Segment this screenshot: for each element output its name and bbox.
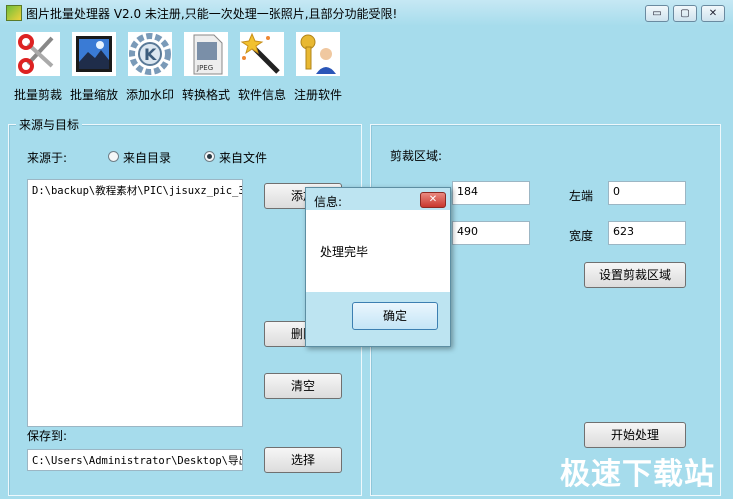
keys-user-icon	[294, 30, 342, 78]
width-label: 宽度	[569, 229, 594, 243]
toolbar-crop-label: 批量剪裁	[13, 88, 62, 102]
left-label: 左端	[569, 189, 594, 203]
magic-wand-icon	[238, 30, 286, 78]
kde-gear-icon: K	[126, 30, 174, 78]
app-icon	[6, 5, 22, 21]
save-to-label: 保存到:	[27, 429, 68, 443]
radio-file-label[interactable]: 来自文件	[219, 149, 267, 166]
toolbar-convert-label: 转换格式	[181, 88, 230, 102]
start-process-button[interactable]: 开始处理	[584, 422, 686, 448]
height-input[interactable]: 490	[452, 221, 530, 245]
minimize-button[interactable]: ▭	[645, 5, 669, 22]
toolbar-register[interactable]: 注册软件	[290, 30, 346, 103]
save-path-field[interactable]: C:\Users\Administrator\Desktop\导出	[27, 449, 243, 471]
info-dialog: 信息: ✕ 处理完毕 确定	[305, 187, 451, 347]
dialog-body: 处理完毕	[306, 210, 450, 292]
toolbar-resize[interactable]: 批量缩放	[66, 30, 122, 103]
width-input[interactable]: 623	[608, 221, 686, 245]
file-list[interactable]: D:\backup\教程素材\PIC\jisuxz_pic_3	[27, 179, 243, 427]
svg-text:JPEG: JPEG	[196, 64, 213, 72]
window-title: 图片批量处理器 V2.0 未注册,只能一次处理一张照片,且部分功能受限!	[26, 7, 398, 21]
toolbar-resize-label: 批量缩放	[69, 88, 118, 102]
toolbar-info-label: 软件信息	[237, 88, 286, 102]
dialog-ok-button[interactable]: 确定	[352, 302, 438, 330]
clear-button[interactable]: 清空	[264, 373, 342, 399]
file-list-item[interactable]: D:\backup\教程素材\PIC\jisuxz_pic_3	[32, 183, 242, 198]
jpeg-file-icon: JPEG	[182, 30, 230, 78]
dialog-message: 处理完毕	[320, 245, 369, 259]
browse-button[interactable]: 选择	[264, 447, 342, 473]
radio-directory-label[interactable]: 来自目录	[123, 149, 171, 166]
svg-text:K: K	[144, 45, 157, 64]
radio-directory[interactable]	[108, 151, 119, 162]
left-input[interactable]: 0	[608, 181, 686, 205]
close-button[interactable]: ✕	[701, 5, 725, 22]
dialog-close-button[interactable]: ✕	[420, 192, 446, 208]
scissors-icon	[14, 30, 62, 78]
top-input[interactable]: 184	[452, 181, 530, 205]
source-group-title: 来源与目标	[16, 116, 83, 133]
radio-file[interactable]	[204, 151, 215, 162]
toolbar-watermark-label: 添加水印	[125, 88, 174, 102]
source-label: 来源于:	[27, 151, 68, 165]
dialog-title: 信息:	[314, 195, 343, 209]
picture-icon	[70, 30, 118, 78]
crop-region-title: 剪裁区域:	[390, 149, 443, 163]
toolbar-crop[interactable]: 批量剪裁	[10, 30, 66, 103]
toolbar-watermark[interactable]: K 添加水印	[122, 30, 178, 103]
watermark-text: 极速下载站	[560, 457, 715, 492]
toolbar-convert[interactable]: JPEG 转换格式	[178, 30, 234, 103]
toolbar-info[interactable]: 软件信息	[234, 30, 290, 103]
toolbar-register-label: 注册软件	[293, 88, 342, 102]
set-crop-region-button[interactable]: 设置剪裁区域	[584, 262, 686, 288]
maximize-button[interactable]: ▢	[673, 5, 697, 22]
